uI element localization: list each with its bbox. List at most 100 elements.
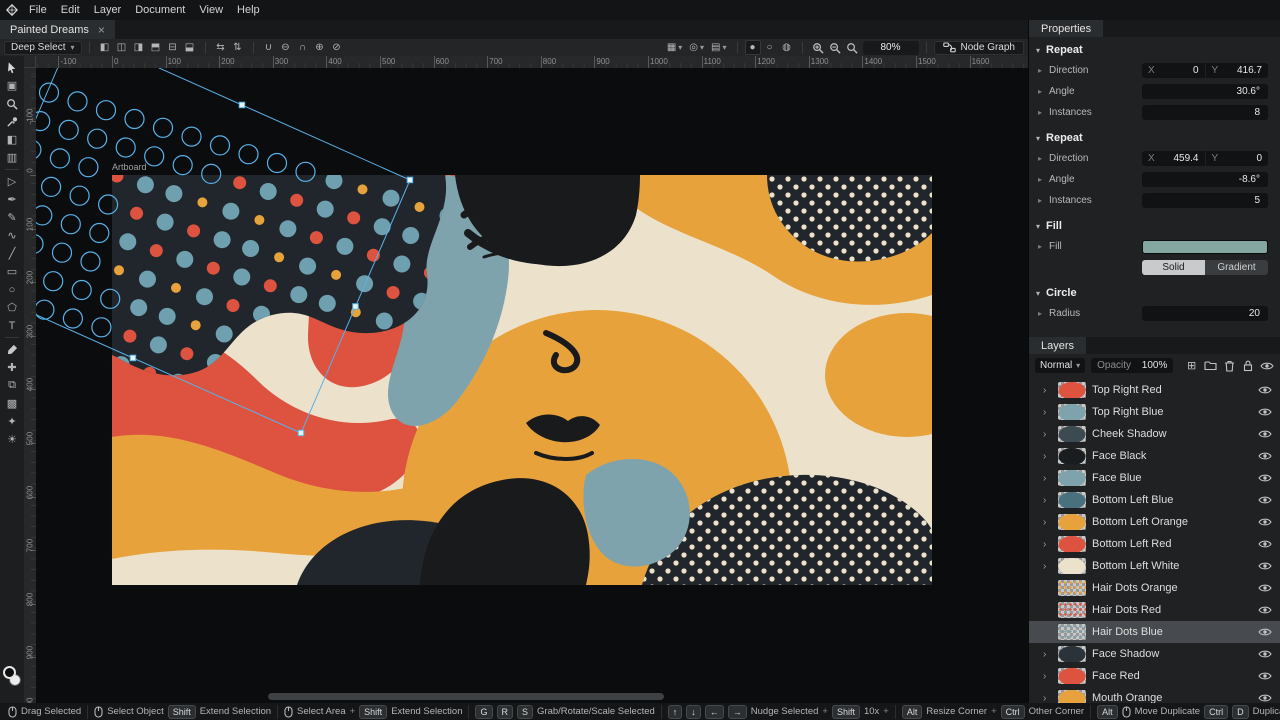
angle-input[interactable]: -8.6° — [1142, 172, 1268, 187]
layer-visibility-eye-icon[interactable] — [1256, 671, 1274, 681]
layer-row-bottom-left-orange[interactable]: ›Bottom Left Orange — [1029, 511, 1280, 533]
selection-handle[interactable] — [353, 304, 359, 310]
clone-tool[interactable]: ⧉ — [2, 377, 22, 394]
layer-visibility-eye-icon[interactable] — [1256, 539, 1274, 549]
align-vertical-center-icon[interactable]: ⊟ — [165, 40, 181, 55]
graphite-logo-icon[interactable] — [6, 4, 18, 16]
section-header-repeat-0[interactable]: ▾Repeat — [1029, 40, 1280, 60]
heal-tool[interactable]: ✚ — [2, 359, 22, 376]
angle-input[interactable]: 30.6° — [1142, 84, 1268, 99]
ellipse-tool[interactable]: ○ — [2, 281, 22, 298]
horizontal-scrollbar[interactable] — [268, 693, 664, 700]
layer-row-cheek-shadow[interactable]: ›Cheek Shadow — [1029, 423, 1280, 445]
layer-visibility-eye-icon[interactable] — [1256, 495, 1274, 505]
render-final-icon[interactable]: ● — [745, 40, 761, 55]
x-input[interactable]: X0 — [1142, 63, 1205, 78]
zoom-level-value[interactable]: 80% — [863, 41, 919, 55]
layer-expand-chevron-icon[interactable]: › — [1043, 671, 1052, 682]
instances-input[interactable]: 5 — [1142, 193, 1268, 208]
direction-xy-input[interactable]: X0Y416.7 — [1142, 63, 1268, 78]
patch-tool[interactable]: ▩ — [2, 395, 22, 412]
text-tool[interactable]: T — [2, 317, 22, 334]
align-right-icon[interactable]: ◨ — [131, 40, 147, 55]
selection-handle[interactable] — [130, 355, 136, 361]
layer-visibility-eye-icon[interactable] — [1256, 517, 1274, 527]
boolean-union-icon[interactable]: ∪ — [261, 40, 277, 55]
document-tab[interactable]: Painted Dreams × — [0, 20, 115, 39]
menu-layer[interactable]: Layer — [87, 3, 129, 17]
primary-color-swatch[interactable] — [3, 666, 16, 679]
delete-layer-button[interactable] — [1223, 360, 1236, 372]
layer-row-top-right-blue[interactable]: ›Top Right Blue — [1029, 401, 1280, 423]
layer-row-hair-dots-blue[interactable]: Hair Dots Blue — [1029, 621, 1280, 643]
layer-visibility-eye-icon[interactable] — [1256, 627, 1274, 637]
gradient-fill-button[interactable]: Gradient — [1205, 260, 1268, 275]
layer-visibility-eye-icon[interactable] — [1256, 385, 1274, 395]
align-horizontal-center-icon[interactable]: ◫ — [114, 40, 130, 55]
section-header-repeat-1[interactable]: ▾Repeat — [1029, 128, 1280, 148]
blend-mode-dropdown[interactable]: Normal ▾ — [1035, 358, 1085, 373]
layer-visibility-eye-icon[interactable] — [1256, 649, 1274, 659]
layer-expand-chevron-icon[interactable]: › — [1043, 561, 1052, 572]
layer-row-bottom-left-blue[interactable]: ›Bottom Left Blue — [1029, 489, 1280, 511]
x-input[interactable]: X459.4 — [1142, 151, 1205, 166]
instances-input[interactable]: 8 — [1142, 105, 1268, 120]
layer-visibility-eye-icon[interactable] — [1256, 583, 1274, 593]
layer-row-face-blue[interactable]: ›Face Blue — [1029, 467, 1280, 489]
layer-row-mouth-orange[interactable]: ›Mouth Orange — [1029, 687, 1280, 703]
rectangle-tool[interactable]: ▭ — [2, 263, 22, 280]
section-header-circle-3[interactable]: ▾Circle — [1029, 283, 1280, 303]
align-left-icon[interactable]: ◧ — [97, 40, 113, 55]
direction-xy-input[interactable]: X459.4Y0 — [1142, 151, 1268, 166]
boolean-subtract-front-icon[interactable]: ⊖ — [278, 40, 294, 55]
selection-handle[interactable] — [239, 102, 245, 108]
layer-expand-chevron-icon[interactable]: › — [1043, 451, 1052, 462]
pen-tool[interactable]: ✒ — [2, 191, 22, 208]
layer-visibility-eye-icon[interactable] — [1256, 429, 1274, 439]
navigate-tool[interactable] — [2, 95, 22, 112]
overlays-icon[interactable]: ◎▾ — [686, 40, 707, 55]
layer-visibility-eye-icon[interactable] — [1256, 407, 1274, 417]
detail-tool[interactable]: ✦ — [2, 413, 22, 430]
selection-handle[interactable] — [407, 177, 413, 183]
eyedropper-tool[interactable] — [2, 113, 22, 130]
align-top-icon[interactable]: ⬒ — [148, 40, 164, 55]
layer-row-hair-dots-red[interactable]: Hair Dots Red — [1029, 599, 1280, 621]
viewport-canvas[interactable]: Artboard — [36, 68, 1028, 703]
layer-expand-chevron-icon[interactable]: › — [1043, 539, 1052, 550]
layer-row-face-black[interactable]: ›Face Black — [1029, 445, 1280, 467]
line-tool[interactable]: ╱ — [2, 245, 22, 262]
layer-expand-chevron-icon[interactable]: › — [1043, 385, 1052, 396]
layer-row-bottom-left-red[interactable]: ›Bottom Left Red — [1029, 533, 1280, 555]
zoom-reset-icon[interactable] — [844, 40, 860, 55]
layer-expand-chevron-icon[interactable]: › — [1043, 517, 1052, 528]
snapping-icon[interactable]: ▤▾ — [708, 40, 729, 55]
tab-properties[interactable]: Properties — [1029, 20, 1103, 37]
menu-file[interactable]: File — [22, 3, 54, 17]
new-layer-button[interactable]: ⊞ — [1185, 359, 1198, 372]
path-tool[interactable]: ▷ — [2, 173, 22, 190]
layer-expand-chevron-icon[interactable]: › — [1043, 693, 1052, 704]
spline-tool[interactable]: ∿ — [2, 227, 22, 244]
freehand-tool[interactable]: ✎ — [2, 209, 22, 226]
select-tool[interactable] — [2, 59, 22, 76]
artboard-tool[interactable]: ▣ — [2, 77, 22, 94]
render-pixels-icon[interactable]: ◍ — [779, 40, 795, 55]
zoom-in-icon[interactable] — [810, 40, 826, 55]
layer-row-top-right-red[interactable]: ›Top Right Red — [1029, 379, 1280, 401]
y-input[interactable]: Y0 — [1206, 151, 1269, 166]
tab-close-icon[interactable]: × — [98, 25, 105, 35]
new-folder-button[interactable] — [1204, 360, 1217, 371]
boolean-subtract-back-icon[interactable]: ⊕ — [312, 40, 328, 55]
layer-expand-chevron-icon[interactable]: › — [1043, 407, 1052, 418]
menu-edit[interactable]: Edit — [54, 3, 87, 17]
flip-vertical-icon[interactable]: ⇅ — [230, 40, 246, 55]
working-colors[interactable] — [3, 666, 23, 690]
relight-tool[interactable]: ☀ — [2, 431, 22, 448]
layer-row-bottom-left-white[interactable]: ›Bottom Left White — [1029, 555, 1280, 577]
render-outline-icon[interactable]: ○ — [762, 40, 778, 55]
selection-mode-dropdown[interactable]: Deep Select ▾ — [4, 41, 82, 55]
flip-horizontal-icon[interactable]: ⇆ — [213, 40, 229, 55]
view-mode-icon[interactable]: ▦▾ — [664, 40, 685, 55]
boolean-divide-icon[interactable]: ⊘ — [329, 40, 345, 55]
